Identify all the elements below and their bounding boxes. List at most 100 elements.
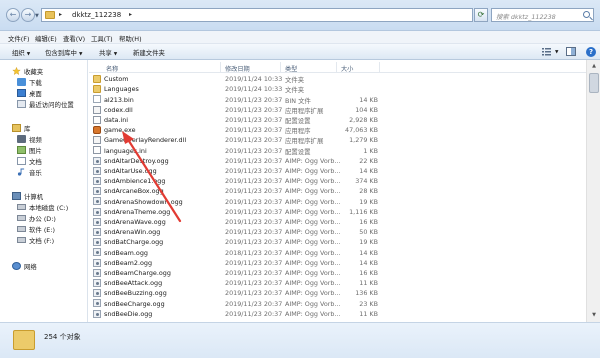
address-field[interactable]: ▸ dkktz_112238 ▸ [41, 8, 473, 22]
file-type: AIMP: Ogg Vorb... [285, 156, 341, 165]
search-icon[interactable] [583, 11, 590, 18]
forward-button[interactable]: → [21, 8, 35, 22]
file-row[interactable]: sndBeeCharge.ogg 2019/11/23 20:37 AIMP: Og… [89, 298, 586, 308]
address-bar-row: ← → ▼ ▸ dkktz_112238 ▸ ⟳ 搜索 dkktz_112238 [0, 0, 600, 31]
share-button[interactable]: 共享 ▼ [99, 48, 117, 57]
file-row[interactable]: sndBeam2.ogg 2019/11/23 20:37 AIMP: Ogg Vo… [89, 258, 586, 268]
file-name: sndBeamCharge.ogg [104, 269, 171, 278]
menu-file[interactable]: 文件(F) [8, 34, 29, 43]
file-size: 1 KB [363, 146, 378, 155]
help-icon[interactable]: ? [586, 47, 596, 57]
file-type: AIMP: Ogg Vorb... [285, 309, 341, 318]
menu-help[interactable]: 帮助(H) [119, 34, 142, 43]
file-row[interactable]: sndAmbience1.ogg 2019/11/23 20:37 AIMP: Og… [89, 176, 586, 186]
column-divider[interactable] [379, 62, 380, 72]
computer-icon [12, 192, 21, 200]
file-row[interactable]: sndAltarUse.ogg 2019/11/23 20:37 AIMP: Ogg… [89, 166, 586, 176]
file-date: 2019/11/23 20:37 [225, 238, 283, 247]
file-row[interactable]: sndBeeBuzzing.ogg 2019/11/23 20:37 AIMP: O… [89, 288, 586, 298]
file-row[interactable]: languages.ini 2019/11/23 20:37 配置设置 1 KB [89, 145, 586, 156]
file-row[interactable]: Custom 2019/11/24 10:33 文件夹 [89, 74, 586, 84]
file-date: 2019/11/23 20:37 [225, 177, 283, 186]
file-row[interactable]: sndArcaneBox.ogg 2019/11/23 20:37 AIMP: Og… [89, 186, 586, 196]
file-size: 14 KB [359, 258, 378, 267]
file-name: game.exe [104, 126, 136, 135]
search-input[interactable]: 搜索 dkktz_112238 [491, 8, 594, 22]
nav-music-label: 音乐 [29, 169, 42, 177]
file-row[interactable]: game.exe 2019/11/23 20:37 应用程序 47,063 KB [89, 125, 586, 135]
column-divider[interactable] [336, 62, 337, 72]
back-button[interactable]: ← [6, 8, 20, 22]
breadcrumb-separator-icon[interactable]: ▸ [59, 11, 62, 18]
file-row[interactable]: sndBeamCharge.ogg 2019/11/23 20:37 AIMP: O… [89, 268, 586, 278]
file-date: 2019/11/24 10:33 [225, 85, 283, 94]
file-size: 136 KB [355, 289, 378, 298]
refresh-button[interactable]: ⟳ [474, 8, 488, 22]
column-divider[interactable] [280, 62, 281, 72]
ini-file-icon [93, 115, 101, 124]
file-date: 2019/11/23 20:37 [225, 279, 283, 288]
column-name[interactable]: 名称 [106, 64, 118, 73]
file-row[interactable]: al213.bin 2019/11/23 20:37 BIN 文件 14 KB [89, 94, 586, 105]
file-row[interactable]: sndBeam.ogg 2018/11/23 20:37 AIMP: Ogg Vor… [89, 247, 586, 257]
new-folder-button[interactable]: 新建文件夹 [133, 48, 165, 57]
file-row[interactable]: GameOverlayRenderer.dll 2019/11/23 20:37 应… [89, 135, 586, 145]
file-row[interactable]: sndArenaTheme.ogg 2019/11/23 20:37 AIMP: O… [89, 207, 586, 217]
file-row[interactable]: sndBeeDie.ogg 2019/11/23 20:37 AIMP: Ogg V… [89, 309, 586, 319]
file-size: 374 KB [355, 177, 378, 186]
breadcrumb-current[interactable]: dkktz_112238 [72, 11, 121, 19]
recent-pages-chevron-icon[interactable]: ▼ [35, 13, 39, 19]
menu-tools[interactable]: 工具(T) [91, 34, 113, 43]
scroll-down-icon[interactable]: ▼ [588, 310, 600, 321]
breadcrumb-chevron-icon[interactable]: ▸ [129, 11, 132, 18]
file-name: sndArcaneBox.ogg [104, 187, 164, 196]
file-type: 配置设置 [285, 147, 311, 156]
file-name: sndArenaTheme.ogg [104, 207, 171, 216]
menu-bar: 文件(F) 编辑(E) 查看(V) 工具(T) 帮助(H) [0, 31, 600, 44]
file-row[interactable]: codex.dll 2019/11/23 20:37 应用程序扩展 104 KB [89, 105, 586, 115]
file-row[interactable]: sndArenaWin.ogg 2019/11/23 20:37 AIMP: Ogg… [89, 227, 586, 237]
item-count: 254 个对象 [44, 333, 81, 341]
preview-pane-icon[interactable] [566, 47, 576, 56]
nav-recent-label: 最近访问的位置 [29, 101, 74, 109]
file-date: 2019/11/24 10:33 [225, 75, 283, 84]
scroll-up-icon[interactable]: ▲ [588, 61, 600, 72]
file-date: 2019/11/23 20:37 [225, 289, 283, 298]
file-row[interactable]: sndArenaWave.ogg 2019/11/23 20:37 AIMP: Og… [89, 217, 586, 227]
column-type[interactable]: 类型 [285, 64, 297, 73]
organize-label: 组织 [12, 49, 25, 57]
ogg-file-icon [93, 289, 101, 298]
file-row[interactable]: sndArenaShowdown.ogg 2019/11/23 20:37 AIMP… [89, 196, 586, 206]
file-row[interactable]: Languages 2019/11/24 10:33 文件夹 [89, 84, 586, 94]
vertical-scrollbar[interactable]: ▲ ▼ [586, 60, 600, 322]
menu-view[interactable]: 查看(V) [63, 34, 85, 43]
file-type: AIMP: Ogg Vorb... [285, 269, 341, 278]
column-divider[interactable] [220, 62, 221, 72]
organize-button[interactable]: 组织 ▼ [12, 48, 30, 57]
column-date[interactable]: 修改日期 [225, 64, 250, 73]
file-row[interactable]: sndAltarDestroy.ogg 2019/11/23 20:37 AIMP:… [89, 156, 586, 166]
file-date: 2019/11/23 20:37 [225, 187, 283, 196]
include-library-button[interactable]: 包含到库中 ▼ [45, 48, 82, 57]
column-size[interactable]: 大小 [341, 64, 353, 73]
file-type: AIMP: Ogg Vorb... [285, 167, 341, 176]
search-placeholder: 搜索 dkktz_112238 [496, 13, 556, 21]
ogg-file-icon [93, 187, 101, 196]
file-row[interactable]: sndBeeAttack.ogg 2019/11/23 20:37 AIMP: Og… [89, 278, 586, 288]
download-icon [17, 78, 26, 86]
file-row[interactable]: data.ini 2019/11/23 20:37 配置设置 2,928 KB [89, 115, 586, 125]
file-row[interactable]: sndBatCharge.ogg 2019/11/23 20:37 AIMP: Og… [89, 237, 586, 247]
menu-edit[interactable]: 编辑(E) [35, 34, 57, 43]
folder-icon [45, 11, 55, 19]
view-options-icon[interactable] [542, 47, 552, 56]
ini-file-icon [93, 146, 101, 155]
nav-videos-label: 视频 [29, 136, 42, 144]
file-type: 应用程序扩展 [285, 137, 324, 146]
view-chevron-down-icon[interactable]: ▼ [555, 50, 558, 55]
file-date: 2019/11/23 20:37 [225, 167, 283, 176]
exe-file-icon [93, 126, 101, 134]
scroll-thumb[interactable] [589, 73, 599, 93]
file-name: sndBeeAttack.ogg [104, 279, 163, 288]
nav-drive-c-label: 本地磁盘 (C:) [29, 204, 69, 212]
file-size: 19 KB [359, 197, 378, 206]
